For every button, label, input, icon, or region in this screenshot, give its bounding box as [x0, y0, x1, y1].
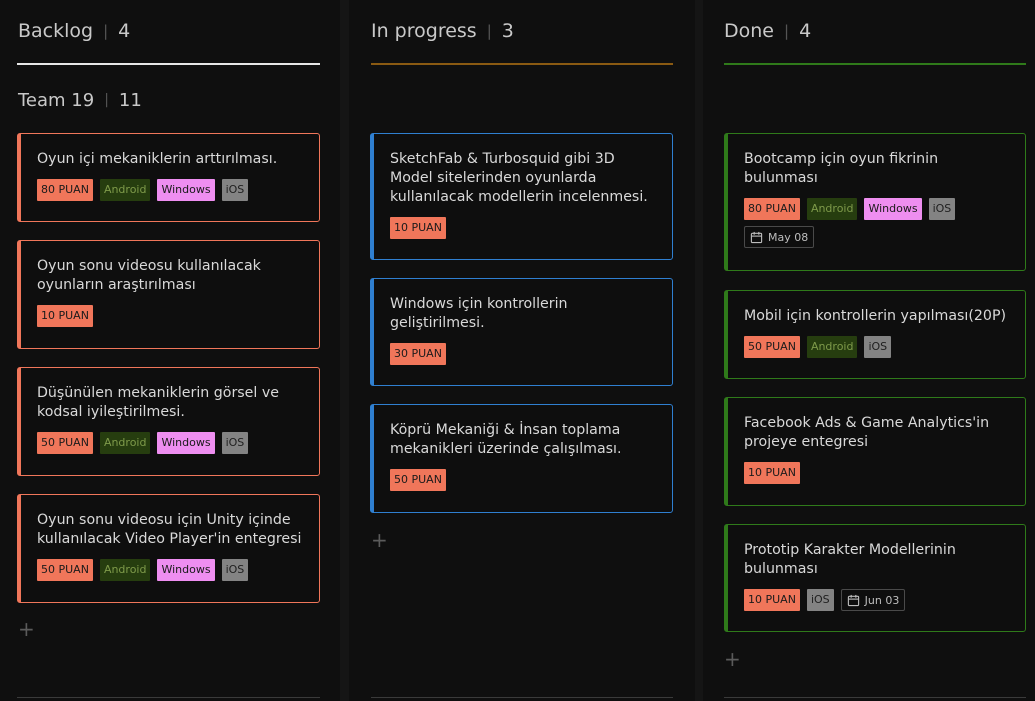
points-tag: 50 PUAN	[390, 469, 446, 491]
column-count: 3	[501, 20, 514, 42]
points-tag: 10 PUAN	[390, 217, 446, 239]
add-card-button[interactable]: +	[18, 619, 35, 640]
points-tag: 10 PUAN	[37, 305, 93, 327]
due-date-label: Jun 03	[864, 593, 900, 607]
ios-tag: iOS	[221, 559, 249, 581]
column-title: Backlog	[18, 20, 94, 42]
calendar-icon	[750, 231, 763, 244]
due-date-chip[interactable]: Jun 03	[840, 589, 906, 611]
points-tag: 80 PUAN	[37, 179, 93, 201]
card-title: Prototip Karakter Modellerinin bulunması	[744, 542, 956, 577]
column-underline	[17, 63, 320, 65]
column-footer-divider	[724, 697, 1026, 698]
card-title: Köprü Mekaniği & İnsan toplama mekanikle…	[390, 422, 622, 457]
card-tags: 50 PUAN Android iOS	[744, 336, 1009, 358]
column-count: 4	[799, 20, 812, 42]
due-date-chip[interactable]: May 08	[744, 226, 815, 248]
card[interactable]: Köprü Mekaniği & İnsan toplama mekanikle…	[370, 404, 673, 513]
card-tags: 50 PUAN Android Windows iOS	[37, 432, 303, 454]
card-tags: 50 PUAN Android Windows iOS	[37, 559, 303, 581]
calendar-icon	[847, 594, 860, 607]
card[interactable]: Oyun sonu videosu için Unity içinde kull…	[17, 494, 320, 603]
column-header-backlog[interactable]: Backlog | 4	[18, 16, 130, 46]
points-tag: 50 PUAN	[744, 336, 800, 358]
group-header-team-19[interactable]: Team 19 | 11	[18, 86, 142, 114]
add-card-button[interactable]: +	[724, 649, 741, 670]
card[interactable]: Düşünülen mekaniklerin görsel ve kodsal …	[17, 367, 320, 476]
points-tag: 30 PUAN	[390, 343, 446, 365]
card-title: Bootcamp için oyun fikrinin bulunması	[744, 151, 939, 186]
ios-tag: iOS	[221, 179, 249, 201]
card-tags: 10 PUAN	[390, 217, 656, 239]
header-divider: |	[784, 22, 790, 40]
column-count: 4	[118, 20, 131, 42]
column-in-progress: In progress | 3 SketchFab & Turbosquid g…	[349, 0, 695, 701]
ios-tag: iOS	[806, 589, 834, 611]
card-tags: 10 PUAN iOS Jun 03	[744, 589, 1009, 611]
ios-tag: iOS	[928, 198, 956, 220]
card[interactable]: Mobil için kontrollerin yapılması(20P) 50…	[724, 290, 1026, 379]
ios-tag: iOS	[864, 336, 892, 358]
android-tag: Android	[99, 559, 151, 581]
column-title: In progress	[371, 20, 477, 42]
windows-tag: Windows	[864, 198, 922, 220]
android-tag: Android	[806, 198, 858, 220]
column-footer-divider	[17, 697, 320, 698]
card-tags: 80 PUAN Android Windows iOS	[37, 179, 303, 201]
card-title: Windows için kontrollerin geliştirilmesi…	[390, 296, 568, 331]
windows-tag: Windows	[157, 179, 215, 201]
add-card-button[interactable]: +	[371, 530, 388, 551]
column-header-in-progress[interactable]: In progress | 3	[371, 16, 514, 46]
windows-tag: Windows	[157, 559, 215, 581]
card[interactable]: Windows için kontrollerin geliştirilmesi…	[370, 278, 673, 386]
card[interactable]: Oyun içi mekaniklerin arttırılması. 80 PU…	[17, 133, 320, 222]
column-underline	[371, 63, 673, 65]
points-tag: 10 PUAN	[744, 589, 800, 611]
column-backlog: Backlog | 4 Team 19 | 11 Oyun içi mekani…	[0, 0, 340, 701]
header-divider: |	[486, 22, 492, 40]
android-tag: Android	[806, 336, 858, 358]
android-tag: Android	[99, 179, 151, 201]
points-tag: 80 PUAN	[744, 198, 800, 220]
ios-tag: iOS	[221, 432, 249, 454]
card-tags: 80 PUAN Android Windows iOS	[744, 198, 1009, 220]
column-done: Done | 4 Bootcamp için oyun fikrinin bul…	[703, 0, 1035, 701]
points-tag: 10 PUAN	[744, 462, 800, 484]
card-title: Oyun içi mekaniklerin arttırılması.	[37, 151, 278, 167]
card[interactable]: Prototip Karakter Modellerinin bulunması…	[724, 524, 1026, 632]
card[interactable]: Oyun sonu videosu kullanılacak oyunların…	[17, 240, 320, 349]
column-header-done[interactable]: Done | 4	[724, 16, 811, 46]
android-tag: Android	[99, 432, 151, 454]
card-title: Oyun sonu videosu kullanılacak oyunların…	[37, 258, 261, 293]
card-title: Oyun sonu videosu için Unity içinde kull…	[37, 512, 302, 547]
points-tag: 50 PUAN	[37, 559, 93, 581]
header-divider: |	[104, 92, 109, 108]
card-tags: 30 PUAN	[390, 343, 656, 365]
card-tags: 10 PUAN	[37, 305, 303, 327]
column-title: Done	[724, 20, 774, 42]
card-title: SketchFab & Turbosquid gibi 3D Model sit…	[390, 151, 648, 205]
due-date-label: May 08	[768, 230, 809, 244]
card-title: Mobil için kontrollerin yapılması(20P)	[744, 308, 1007, 324]
card[interactable]: SketchFab & Turbosquid gibi 3D Model sit…	[370, 133, 673, 260]
windows-tag: Windows	[157, 432, 215, 454]
column-underline	[724, 63, 1026, 65]
card[interactable]: Facebook Ads & Game Analytics'in projeye…	[724, 397, 1026, 506]
card-title: Facebook Ads & Game Analytics'in projeye…	[744, 415, 990, 450]
card-tags: 50 PUAN	[390, 469, 656, 491]
points-tag: 50 PUAN	[37, 432, 93, 454]
card-date-row: May 08	[744, 220, 1009, 248]
column-footer-divider	[371, 697, 673, 698]
group-title: Team 19	[18, 89, 95, 111]
card-tags: 10 PUAN	[744, 462, 1009, 484]
card-title: Düşünülen mekaniklerin görsel ve kodsal …	[37, 385, 279, 420]
header-divider: |	[103, 22, 109, 40]
group-count: 11	[118, 89, 142, 111]
card[interactable]: Bootcamp için oyun fikrinin bulunması 80 …	[724, 133, 1026, 271]
